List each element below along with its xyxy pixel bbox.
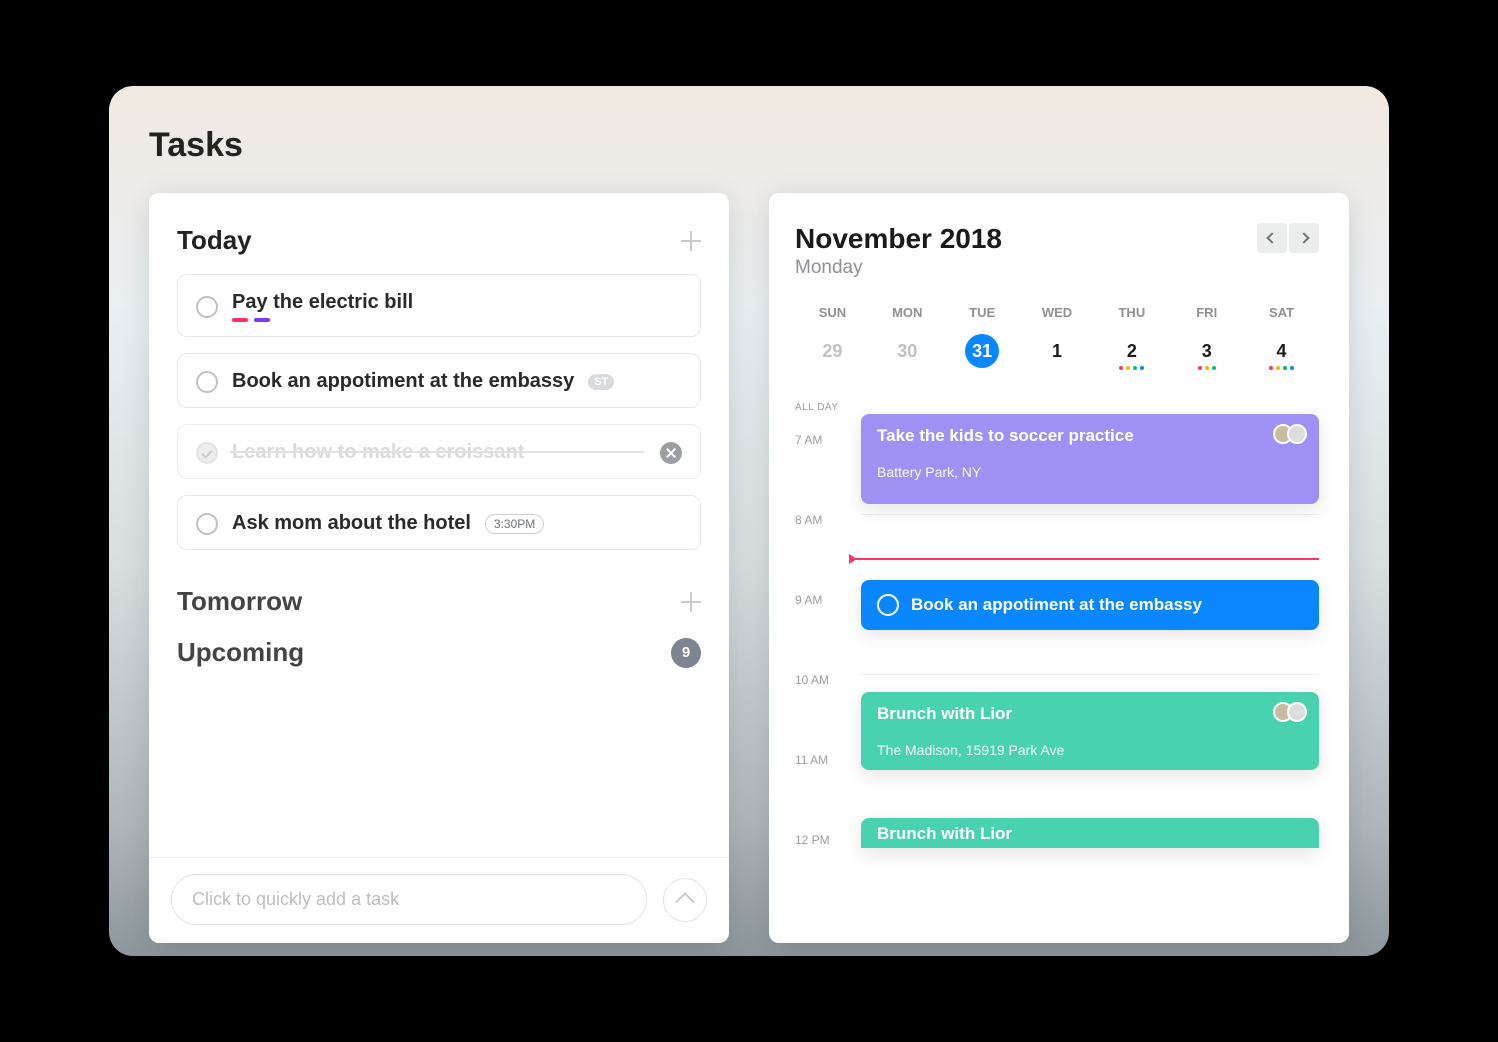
chevron-right-icon [1298, 232, 1309, 243]
add-today-task-icon[interactable] [681, 231, 701, 251]
task-card[interactable]: Ask mom about the hotel 3:30PM [177, 495, 701, 550]
event-avatars [1273, 702, 1307, 722]
hour-label: 11 AM [795, 753, 861, 833]
day-cell[interactable]: 3 [1169, 341, 1244, 370]
weekday-label: FRI [1169, 305, 1244, 320]
add-tomorrow-task-icon[interactable] [681, 592, 701, 612]
weekday-label: SAT [1244, 305, 1319, 320]
day-dots [1119, 366, 1144, 370]
events-column: Take the kids to soccer practice Battery… [861, 400, 1319, 943]
day-dots [1269, 366, 1294, 370]
today-title: Today [177, 225, 252, 256]
hour-label: 10 AM [795, 673, 861, 753]
hour-label: 9 AM [795, 593, 861, 673]
task-title: Learn how to make a croissant [232, 441, 524, 464]
day-number: 30 [897, 341, 917, 362]
current-time-indicator [853, 558, 1319, 560]
task-title: Ask mom about the hotel [232, 512, 471, 535]
day-number: 1 [1052, 341, 1062, 362]
weekday-label: TUE [945, 305, 1020, 320]
event-title: Take the kids to soccer practice [877, 426, 1303, 446]
day-number-active: 31 [965, 334, 999, 368]
weekday-label: THU [1094, 305, 1169, 320]
all-day-label: ALL DAY [795, 402, 861, 413]
day-cell[interactable]: 1 [1020, 341, 1095, 370]
tomorrow-title: Tomorrow [177, 586, 302, 617]
day-number: 4 [1277, 341, 1287, 362]
tag-dash [232, 318, 248, 322]
event-brunch-2[interactable]: Brunch with Lior [861, 818, 1319, 848]
event-title: Brunch with Lior [877, 824, 1303, 844]
week-header: SUN MON TUE WED THU FRI SAT [795, 305, 1319, 320]
delete-task-icon[interactable] [660, 442, 682, 464]
event-brunch-1[interactable]: Brunch with Lior The Madison, 15919 Park… [861, 692, 1319, 770]
tasks-panel: Today Pay the electric bill Book an appo… [149, 193, 729, 943]
weekday-label: MON [870, 305, 945, 320]
tag-dash [254, 318, 270, 322]
event-location: Battery Park, NY [877, 464, 1303, 480]
arrow-up-icon [675, 892, 695, 912]
day-number: 3 [1202, 341, 1212, 362]
event-location: The Madison, 15919 Park Ave [877, 742, 1303, 758]
day-number: 29 [822, 341, 842, 362]
weekday-label: WED [1020, 305, 1095, 320]
time-column: ALL DAY 7 AM 8 AM 9 AM 10 AM 11 AM 12 PM [795, 400, 861, 943]
next-week-button[interactable] [1289, 223, 1319, 253]
page-title: Tasks [149, 126, 1349, 165]
chevron-left-icon [1266, 232, 1277, 243]
day-cell[interactable]: 2 [1094, 341, 1169, 370]
task-card-done[interactable]: Learn how to make a croissant [177, 424, 701, 479]
app-window: Tasks Today Pay the electric bill [109, 86, 1389, 956]
event-title: Brunch with Lior [877, 704, 1303, 724]
strikethrough-line [230, 451, 644, 453]
event-status-ring-icon [877, 594, 899, 616]
event-soccer[interactable]: Take the kids to soccer practice Battery… [861, 414, 1319, 504]
day-cell[interactable]: 29 [795, 341, 870, 370]
task-title: Book an appotiment at the embassy [232, 370, 574, 393]
day-cell[interactable]: 4 [1244, 341, 1319, 370]
upcoming-title: Upcoming [177, 637, 304, 668]
prev-week-button[interactable] [1257, 223, 1287, 253]
hour-label: 12 PM [795, 833, 861, 913]
day-number: 2 [1127, 341, 1137, 362]
calendar-subtitle: Monday [795, 257, 1002, 279]
week-days: 29 30 31 1 2 3 4 [795, 334, 1319, 376]
task-checkbox[interactable] [196, 371, 218, 393]
event-avatars [1273, 424, 1307, 444]
task-checkbox-checked[interactable] [196, 442, 218, 464]
upcoming-count-badge: 9 [671, 638, 701, 668]
calendar-title: November 2018 [795, 223, 1002, 255]
task-checkbox[interactable] [196, 513, 218, 535]
event-title: Book an appotiment at the embassy [911, 595, 1202, 615]
calendar-panel: November 2018 Monday SUN MON TUE WED THU… [769, 193, 1349, 943]
weekday-label: SUN [795, 305, 870, 320]
task-tags [232, 318, 413, 322]
day-cell[interactable]: 30 [870, 341, 945, 370]
task-checkbox[interactable] [196, 296, 218, 318]
task-badge: ST [588, 374, 614, 390]
quick-add-input[interactable]: Click to quickly add a task [171, 874, 647, 925]
quick-add-row: Click to quickly add a task [149, 857, 729, 943]
day-dots [1198, 366, 1216, 370]
hour-label: 8 AM [795, 513, 861, 593]
task-title: Pay the electric bill [232, 291, 413, 314]
task-card[interactable]: Book an appotiment at the embassy ST [177, 353, 701, 408]
day-cell-active[interactable]: 31 [945, 334, 1020, 376]
hour-label: 7 AM [795, 433, 861, 513]
submit-quick-task-button[interactable] [663, 878, 707, 922]
task-time-chip: 3:30PM [485, 514, 544, 534]
task-card[interactable]: Pay the electric bill [177, 274, 701, 337]
event-embassy[interactable]: Book an appotiment at the embassy [861, 580, 1319, 630]
